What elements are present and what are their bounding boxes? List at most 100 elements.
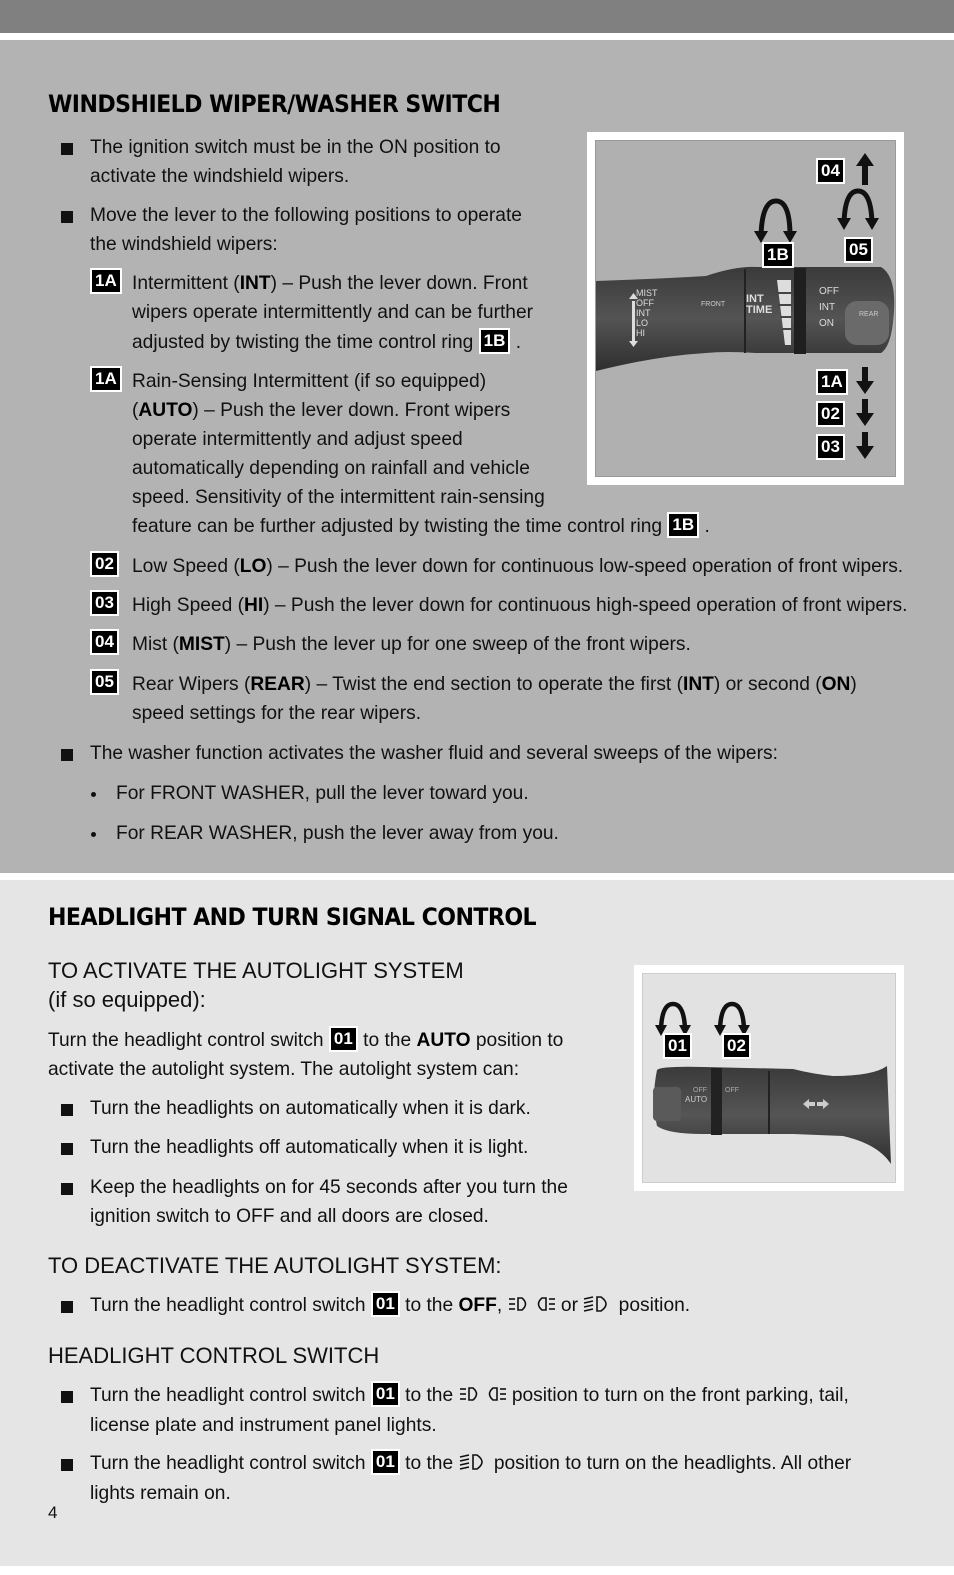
bold-lo: LO <box>239 556 267 577</box>
bullet-square <box>61 1143 73 1155</box>
item-1a-auto-line-6: feature can be further adjusted by twist… <box>132 511 710 541</box>
item-1a-auto-line-5: speed. Sensitivity of the intermittent r… <box>132 487 545 508</box>
text: Turn the headlight control switch <box>48 1030 324 1051</box>
text: position to turn on the headlights. All … <box>493 1453 852 1474</box>
item-02: Low Speed (LO) – Push the lever down for… <box>132 552 903 581</box>
bold-hi: HI <box>244 595 264 616</box>
label-off-1: OFF <box>693 1087 707 1094</box>
badge-04: 04 <box>90 629 119 655</box>
bullet-dot <box>91 792 96 797</box>
text: ) <box>850 674 857 695</box>
badge-1a: 1A <box>90 268 122 294</box>
text: Turn the headlight control switch <box>90 1385 366 1406</box>
item-1a-auto-line-2: (AUTO) – Push the lever down. Front wipe… <box>132 396 510 425</box>
text: position to turn on the front parking, t… <box>511 1385 849 1406</box>
text: feature can be further adjusted by twist… <box>132 516 663 537</box>
text: Rear Wipers ( <box>132 674 251 695</box>
fig-badge-1b: 1B <box>762 242 794 268</box>
headlight-section-title: HEADLIGHT AND TURN SIGNAL CONTROL <box>48 903 537 931</box>
badge-01: 01 <box>370 1448 400 1475</box>
badge-01: 01 <box>370 1290 400 1317</box>
item-1a-int-line-1: Intermittent (INT) – Push the lever down… <box>132 269 528 298</box>
lever-mode-labels: MIST OFF INT LO HI <box>636 288 658 338</box>
int-time-label: INT TIME <box>746 294 772 316</box>
fig-badge-05: 05 <box>844 237 873 263</box>
text: adjusted by twisting the time control ri… <box>132 332 474 353</box>
figure-panel: MIST OFF INT LO HI FRONT INT TIME OFF IN… <box>595 140 896 477</box>
bullet-square <box>61 1104 73 1116</box>
text: Turn the headlight control switch <box>90 1453 366 1474</box>
label-lo: LO <box>636 318 649 328</box>
label-front: FRONT <box>701 301 726 308</box>
activate-heading: TO ACTIVATE THE AUTOLIGHT SYSTEM <box>48 958 464 983</box>
text: to the <box>405 1295 454 1316</box>
label-rear-on: ON <box>819 318 834 329</box>
text: High Speed ( <box>132 595 244 616</box>
badge-01: 01 <box>370 1380 400 1407</box>
text: position. <box>618 1295 691 1316</box>
fig-badge-03: 03 <box>816 434 845 460</box>
bold-on: ON <box>821 674 851 695</box>
text: ) – Push the lever down for continuous h… <box>263 595 908 616</box>
wiper-bullet-3: The washer function activates the washer… <box>90 743 778 764</box>
fig-badge-1a: 1A <box>816 369 848 395</box>
bold-int: INT <box>239 273 271 294</box>
bullet-dot <box>91 832 96 837</box>
label-int: INT <box>636 308 651 318</box>
text: position to <box>475 1030 564 1051</box>
fig-badge-04: 04 <box>816 158 845 184</box>
front-washer-text: For FRONT WASHER, pull the lever toward … <box>116 783 529 804</box>
label-rear-int: INT <box>819 302 836 313</box>
text: . <box>515 332 522 353</box>
item-04: Mist (MIST) – Push the lever up for one … <box>132 630 691 659</box>
fig-badge-01: 01 <box>663 1033 692 1059</box>
text: Turn the headlight control switch <box>90 1295 366 1316</box>
switch-bullet-2-line-2: lights remain on. <box>90 1483 231 1504</box>
parking-lights-icon <box>459 1387 506 1402</box>
item-1a-auto-line-4: automatically depending on rainfall and … <box>132 458 530 479</box>
bold-auto: AUTO <box>416 1030 471 1051</box>
badge-03: 03 <box>90 590 119 616</box>
badge-05: 05 <box>90 669 119 695</box>
page-number: 4 <box>48 1503 58 1522</box>
text: Low Speed ( <box>132 556 240 577</box>
activate-subheading: (if so equipped): <box>48 987 206 1012</box>
deactivate-text: Turn the headlight control switch 01 to … <box>90 1290 691 1320</box>
label-auto: AUTO <box>685 1095 708 1104</box>
label-time: TIME <box>746 304 773 316</box>
bold-off: OFF <box>458 1295 497 1316</box>
text: ) – Twist the end section to operate the… <box>304 674 683 695</box>
text: Mist ( <box>132 634 179 655</box>
wiper-bullet-2-line-2: the windshield wipers: <box>90 234 278 255</box>
item-1a-int-line-2: wipers operate intermittently and can be… <box>132 302 534 323</box>
text: . <box>704 516 710 537</box>
text: Intermittent ( <box>132 273 240 294</box>
badge-02: 02 <box>90 551 119 577</box>
text: to the <box>363 1030 412 1051</box>
badge-1a: 1A <box>90 366 122 392</box>
wiper-section-title: WINDSHIELD WIPER/WASHER SWITCH <box>48 90 501 118</box>
bullet-square <box>61 1301 73 1313</box>
activate-paragraph-line-2: activate the autolight system. The autol… <box>48 1059 520 1080</box>
text: ) – Push the lever down. Front <box>270 273 528 294</box>
bullet-square <box>61 1183 73 1195</box>
text: to the <box>405 1385 454 1406</box>
wiper-bullet-2-line-1: Move the lever to the following position… <box>90 205 522 226</box>
text: ) – Push the lever down for continuous l… <box>266 556 904 577</box>
top-bar <box>0 0 954 33</box>
headlight-icon <box>584 1296 608 1313</box>
text: ) – Push the lever up for one sweep of t… <box>224 634 691 655</box>
item-05-line-2: speed settings for the rear wipers. <box>132 703 422 724</box>
bullet-square <box>61 211 73 223</box>
label-rear: REAR <box>859 311 879 318</box>
fig-badge-02: 02 <box>722 1033 751 1059</box>
bullet-square <box>61 1391 73 1403</box>
switch-bullet-1-line-2: license plate and instrument panel light… <box>90 1415 437 1436</box>
item-1a-auto-line-1: Rain-Sensing Intermittent (if so equippe… <box>132 371 487 392</box>
text: ) – Push the lever down. Front wipers <box>192 400 511 421</box>
switch-heading: HEADLIGHT CONTROL SWITCH <box>48 1343 380 1368</box>
label-rear-off: OFF <box>819 286 839 297</box>
text: to the <box>405 1453 454 1474</box>
headlight-lever-illustration <box>653 1001 891 1164</box>
activate-paragraph-line-1: Turn the headlight control switch 01 to … <box>48 1025 564 1055</box>
